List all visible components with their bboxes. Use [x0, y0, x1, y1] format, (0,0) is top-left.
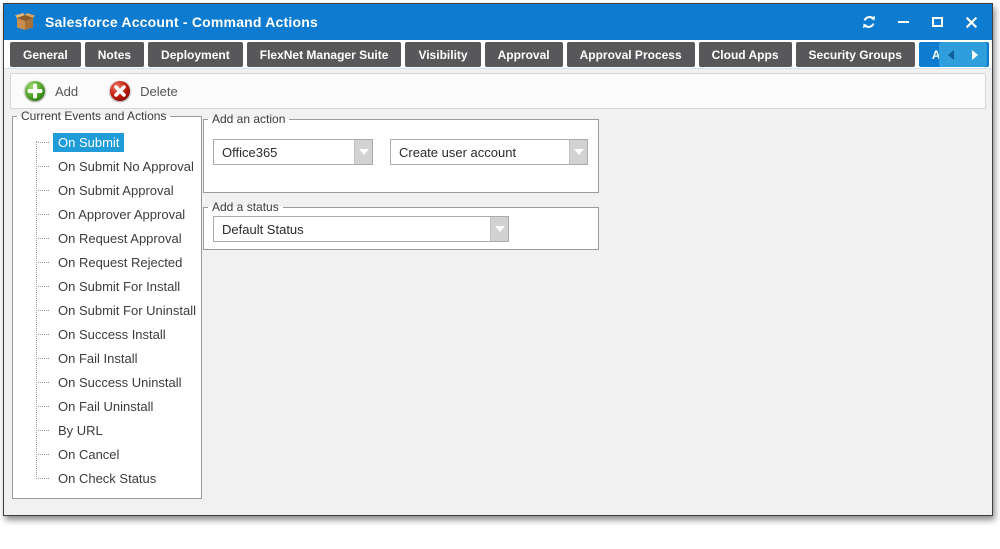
tree-item-on-submit-for-uninstall[interactable]: On Submit For Uninstall [13, 298, 201, 322]
add-action-panel-title: Add an action [208, 112, 289, 126]
action-dropdown-value: Create user account [391, 140, 569, 164]
add-action-panel: Add an action Office365 Create user acco… [203, 112, 599, 193]
tree-item-on-submit-for-install[interactable]: On Submit For Install [13, 274, 201, 298]
tab-deployment[interactable]: Deployment [148, 42, 243, 67]
status-dropdown[interactable]: Default Status [213, 216, 509, 242]
tree-item-by-url[interactable]: By URL [13, 418, 201, 442]
events-panel-title: Current Events and Actions [17, 109, 170, 123]
maximize-icon [932, 17, 943, 27]
chevron-down-icon[interactable] [569, 140, 587, 164]
tab-visibility[interactable]: Visibility [405, 42, 480, 67]
dialog-window: Salesforce Account - Command Actions Gen… [3, 3, 993, 516]
tree-item-on-request-approval[interactable]: On Request Approval [13, 226, 201, 250]
tree-item-on-submit-approval[interactable]: On Submit Approval [13, 178, 201, 202]
scroll-right-icon[interactable] [972, 50, 978, 60]
tab-flexnet-manager-suite[interactable]: FlexNet Manager Suite [247, 42, 402, 67]
tree-item-on-check-status[interactable]: On Check Status [13, 466, 201, 490]
tree-item-on-cancel[interactable]: On Cancel [13, 442, 201, 466]
status-dropdown-value: Default Status [214, 217, 490, 241]
window-controls [858, 11, 982, 33]
add-button-label: Add [55, 84, 78, 99]
window-title: Salesforce Account - Command Actions [45, 14, 318, 30]
add-status-panel: Add a status Default Status [203, 200, 599, 250]
tree-connector-line [36, 141, 37, 479]
scroll-left-icon[interactable] [948, 50, 954, 60]
chevron-down-icon[interactable] [490, 217, 508, 241]
refresh-icon [861, 14, 877, 30]
toolbar: Add Delete [10, 73, 986, 109]
delete-icon [108, 79, 132, 103]
connector-dropdown[interactable]: Office365 [213, 139, 373, 165]
chevron-down-icon[interactable] [354, 140, 372, 164]
delete-button-label: Delete [140, 84, 178, 99]
tree-item-on-submit-no-approval[interactable]: On Submit No Approval [13, 154, 201, 178]
title-bar: Salesforce Account - Command Actions [4, 4, 992, 40]
tab-general[interactable]: General [10, 42, 81, 67]
tab-cloud-apps[interactable]: Cloud Apps [699, 42, 792, 67]
tree-item-on-fail-install[interactable]: On Fail Install [13, 346, 201, 370]
refresh-button[interactable] [858, 11, 880, 33]
tree-item-on-success-uninstall[interactable]: On Success Uninstall [13, 370, 201, 394]
tree-item-on-fail-uninstall[interactable]: On Fail Uninstall [13, 394, 201, 418]
connector-dropdown-value: Office365 [214, 140, 354, 164]
tab-approval[interactable]: Approval [485, 42, 563, 67]
tab-notes[interactable]: Notes [85, 42, 144, 67]
events-panel: Current Events and Actions On Submit On … [12, 109, 202, 499]
close-icon [965, 16, 978, 29]
minimize-button[interactable] [892, 11, 914, 33]
tree-item-on-request-rejected[interactable]: On Request Rejected [13, 250, 201, 274]
maximize-button[interactable] [926, 11, 948, 33]
package-icon [14, 12, 36, 32]
minimize-icon [898, 21, 909, 23]
tree-item-on-submit[interactable]: On Submit [13, 130, 201, 154]
content-area: Current Events and Actions On Submit On … [4, 109, 992, 549]
add-button[interactable]: Add [23, 79, 78, 103]
tab-approval-process[interactable]: Approval Process [567, 42, 695, 67]
tab-bar: General Notes Deployment FlexNet Manager… [4, 40, 992, 69]
tab-scroll-buttons [939, 42, 987, 67]
close-button[interactable] [960, 11, 982, 33]
tab-security-groups[interactable]: Security Groups [796, 42, 915, 67]
add-status-panel-title: Add a status [208, 200, 283, 214]
events-tree: On Submit On Submit No Approval On Submi… [13, 123, 201, 490]
add-icon [23, 79, 47, 103]
action-dropdown[interactable]: Create user account [390, 139, 588, 165]
tree-item-on-success-install[interactable]: On Success Install [13, 322, 201, 346]
tree-item-on-approver-approval[interactable]: On Approver Approval [13, 202, 201, 226]
delete-button[interactable]: Delete [108, 79, 178, 103]
